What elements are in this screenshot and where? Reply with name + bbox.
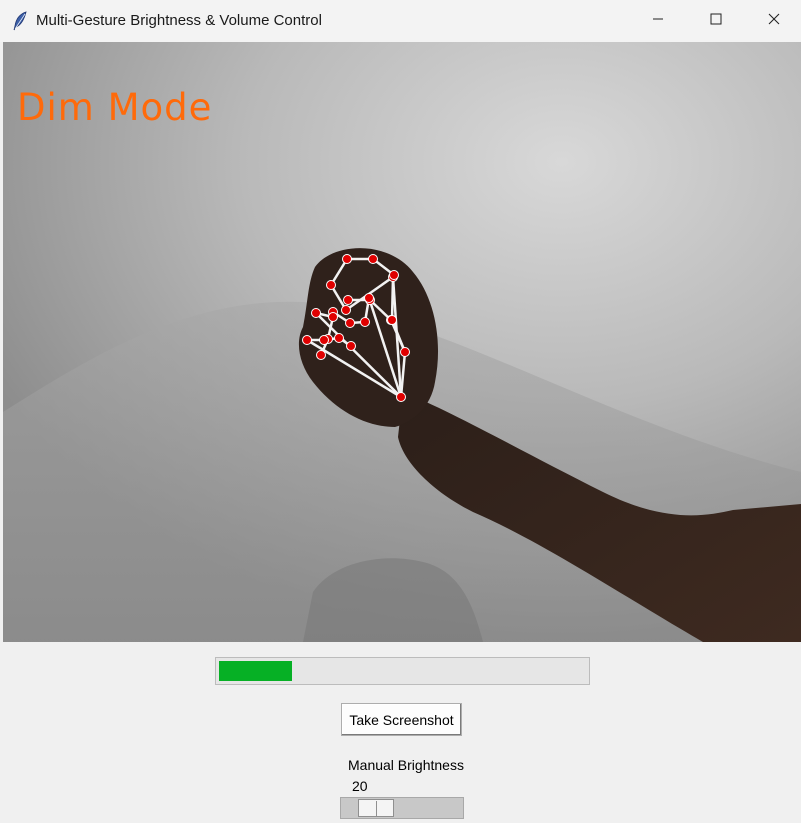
window-title: Multi-Gesture Brightness & Volume Contro…: [36, 12, 322, 29]
maximize-icon: [710, 12, 722, 30]
close-icon: [768, 12, 780, 30]
landmark-point: [364, 293, 374, 303]
landmark-point: [343, 295, 353, 305]
mode-label: Dim Mode: [17, 86, 213, 129]
camera-frame: [3, 42, 801, 642]
landmark-point: [328, 312, 338, 322]
slider-label: Manual Brightness: [348, 757, 464, 773]
progress-fill: [219, 661, 292, 681]
close-button[interactable]: [745, 0, 801, 42]
landmark-point: [341, 305, 351, 315]
slider-thumb[interactable]: [358, 799, 394, 817]
minimize-icon: [652, 12, 664, 30]
title-bar[interactable]: Multi-Gesture Brightness & Volume Contro…: [0, 0, 801, 42]
landmark-point: [316, 350, 326, 360]
landmark-point: [360, 317, 370, 327]
landmark-point: [396, 392, 406, 402]
app-window: Multi-Gesture Brightness & Volume Contro…: [0, 0, 801, 823]
landmark-point: [400, 347, 410, 357]
landmark-point: [326, 280, 336, 290]
feather-icon: [12, 11, 28, 31]
landmark-point: [311, 308, 321, 318]
landmark-point: [368, 254, 378, 264]
landmark-connection: [390, 276, 395, 321]
brightness-slider[interactable]: [340, 797, 464, 819]
landmark-point: [342, 254, 352, 264]
landmark-point: [387, 315, 397, 325]
camera-feed: Dim Mode: [3, 42, 801, 642]
minimize-button[interactable]: [629, 0, 687, 42]
maximize-button[interactable]: [687, 0, 745, 42]
slider-value: 20: [352, 778, 368, 794]
brightness-level-bar: [215, 657, 590, 685]
landmark-point: [302, 335, 312, 345]
landmark-point: [346, 341, 356, 351]
landmark-point: [319, 335, 329, 345]
take-screenshot-button[interactable]: Take Screenshot: [341, 703, 462, 736]
landmark-point: [389, 270, 399, 280]
landmark-point: [345, 318, 355, 328]
landmark-point: [334, 333, 344, 343]
